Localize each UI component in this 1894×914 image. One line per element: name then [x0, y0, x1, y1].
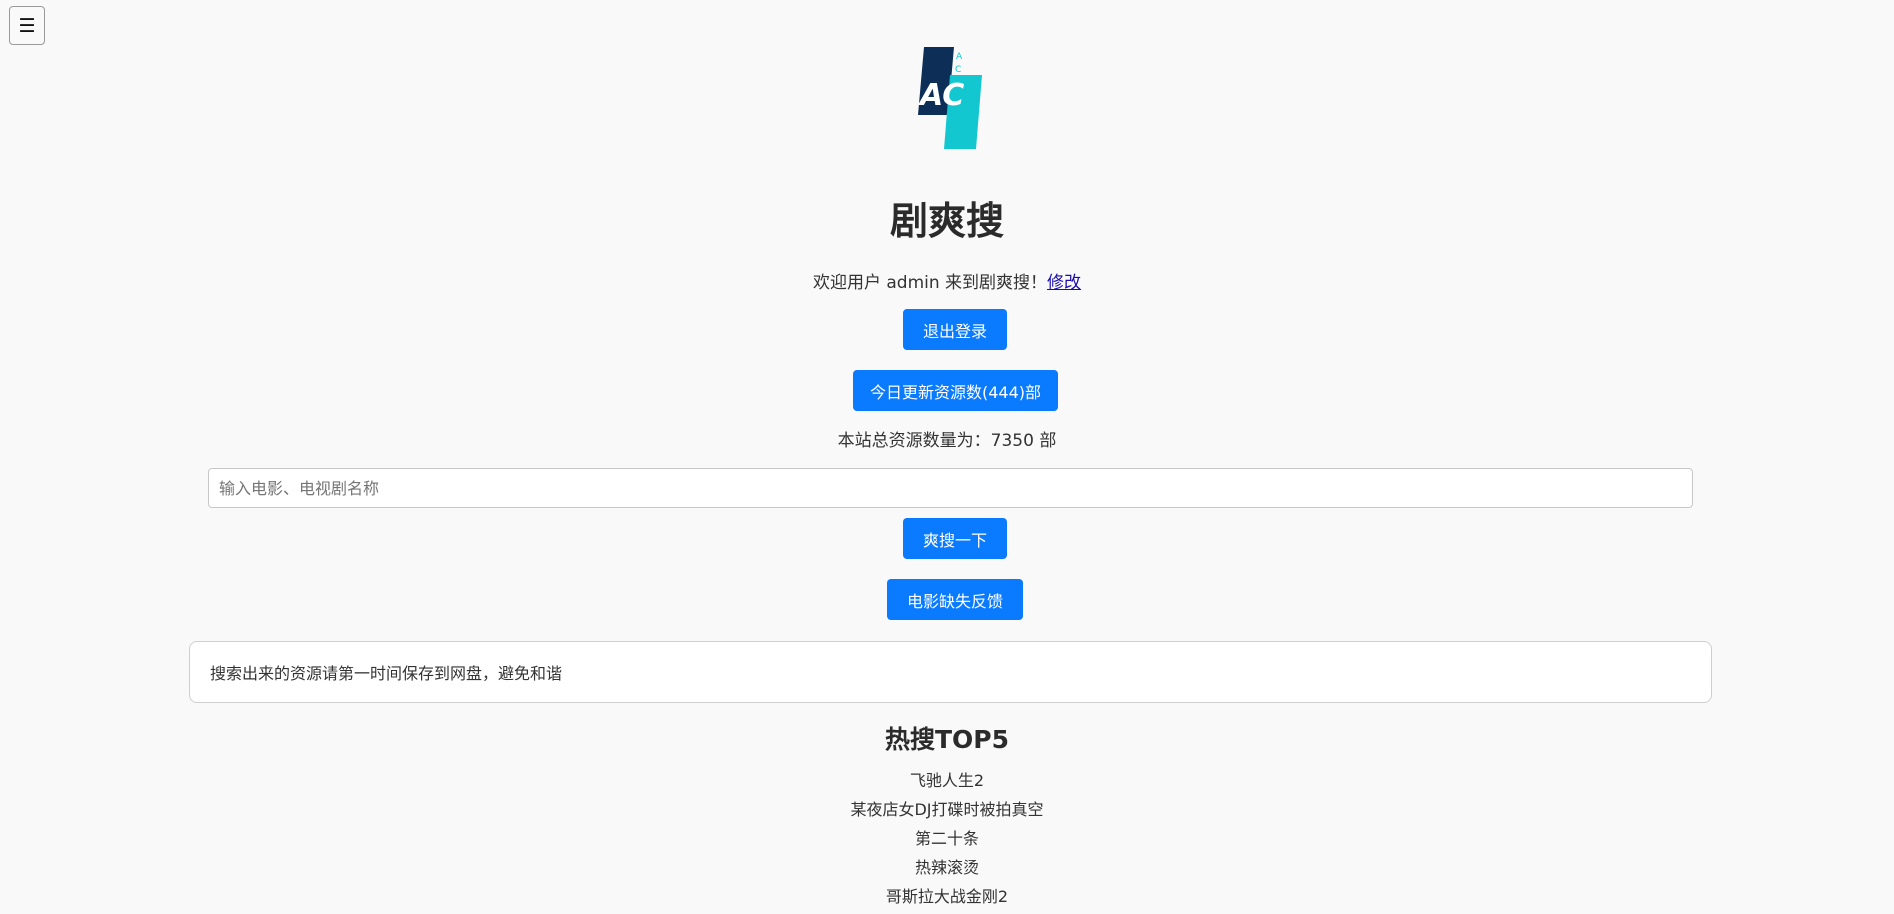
search-button[interactable]: 爽搜一下 — [903, 518, 1007, 559]
hot-search-item[interactable]: 飞驰人生2 — [0, 769, 1894, 798]
ac-logo-icon: AC A C — [918, 47, 982, 149]
svg-text:A: A — [956, 52, 963, 62]
search-input[interactable] — [208, 468, 1693, 508]
notice-box: 搜索出来的资源请第一时间保存到网盘，避免和谐 — [189, 641, 1712, 703]
hot-search-item[interactable]: 哥斯拉大战金刚2 — [0, 885, 1894, 914]
hamburger-menu-icon: ☰ — [18, 14, 36, 37]
svg-text:C: C — [955, 65, 961, 75]
welcome-text: 欢迎用户 admin 来到剧爽搜！ — [812, 273, 1048, 293]
total-resources-text: 本站总资源数量为：7350 部 — [837, 431, 1057, 451]
hot-search-title: 热搜TOP5 — [884, 725, 1010, 754]
hot-search-item[interactable]: 第二十条 — [0, 827, 1894, 856]
notice-text: 搜索出来的资源请第一时间保存到网盘，避免和谐 — [210, 664, 563, 683]
hot-search-list: 飞驰人生2 某夜店女DJ打碟时被拍真空 第二十条 热辣滚烫 哥斯拉大战金刚2 — [0, 769, 1894, 914]
logout-button[interactable]: 退出登录 — [903, 309, 1007, 350]
welcome-message: 欢迎用户 admin 来到剧爽搜！修改 — [0, 271, 1894, 295]
hot-search-item[interactable]: 热辣滚烫 — [0, 856, 1894, 885]
page-title: 剧爽搜 — [889, 199, 1004, 243]
feedback-button[interactable]: 电影缺失反馈 — [887, 579, 1023, 620]
hot-search-item[interactable]: 某夜店女DJ打碟时被拍真空 — [0, 798, 1894, 827]
edit-profile-link[interactable]: 修改 — [1047, 273, 1081, 293]
today-updates-button[interactable]: 今日更新资源数(444)部 — [853, 370, 1058, 411]
menu-toggle-button[interactable]: ☰ — [9, 6, 45, 45]
svg-text:AC: AC — [918, 78, 964, 113]
